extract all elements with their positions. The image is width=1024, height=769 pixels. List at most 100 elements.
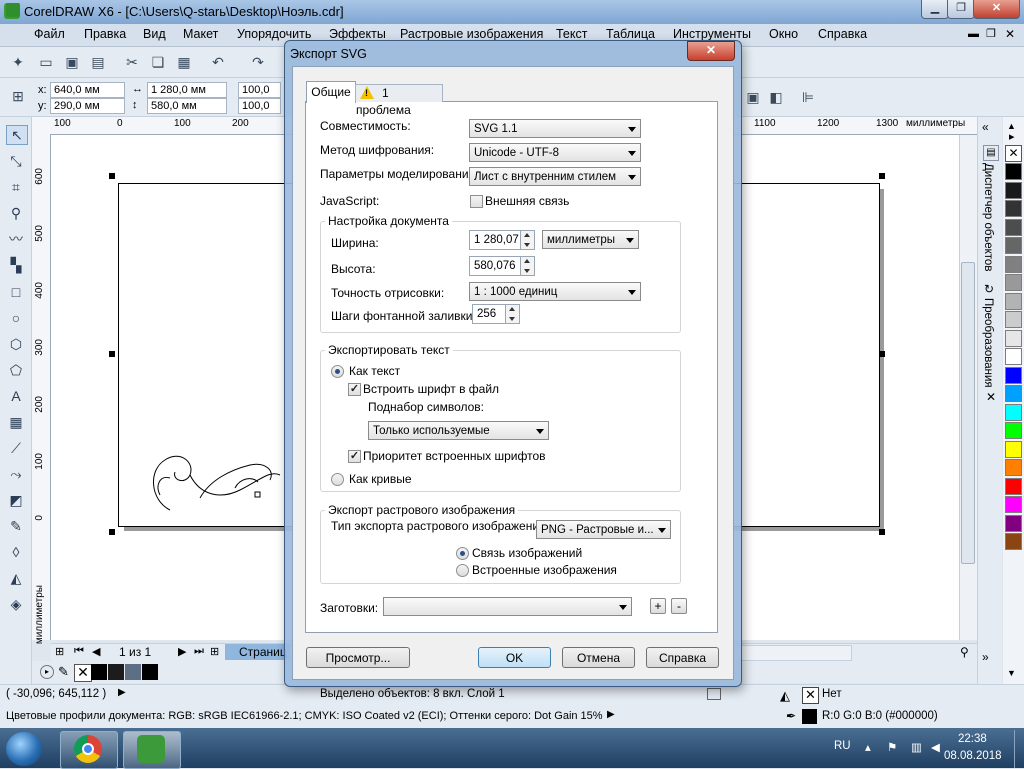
- zoom-tool-icon[interactable]: ⚲: [6, 204, 26, 222]
- outline-color-swatch[interactable]: [802, 709, 817, 724]
- palette-menu-icon[interactable]: ▸: [40, 665, 54, 679]
- palette-swatch[interactable]: [1005, 181, 1022, 199]
- undo-icon[interactable]: ↶: [210, 54, 226, 70]
- encoding-select[interactable]: Unicode - UTF-8: [469, 143, 641, 162]
- palette-swatch[interactable]: [1005, 348, 1022, 365]
- scale-y-field[interactable]: 100,0: [238, 98, 281, 114]
- ellipse-tool-icon[interactable]: ○: [6, 309, 26, 327]
- selection-handle[interactable]: [109, 173, 115, 179]
- ok-button[interactable]: OK: [478, 647, 551, 668]
- flag-icon[interactable]: ⚑: [887, 740, 897, 754]
- blend-tool-icon[interactable]: ◩: [6, 491, 26, 509]
- connector-tool-icon[interactable]: ⤳: [6, 465, 26, 483]
- mdi-close-icon[interactable]: ✕: [1005, 27, 1015, 41]
- raster-type-select[interactable]: PNG - Растровые и...: [536, 520, 671, 539]
- palette-swatch[interactable]: [1005, 496, 1022, 513]
- text-tool-icon[interactable]: A: [6, 387, 26, 405]
- object-manager-icon[interactable]: ▤: [983, 145, 999, 161]
- status-menu-arrow-icon[interactable]: ▶: [118, 687, 126, 698]
- language-indicator[interactable]: RU: [834, 740, 851, 752]
- palette-swatch[interactable]: [1005, 274, 1022, 291]
- start-button[interactable]: [6, 732, 42, 766]
- menu-text[interactable]: Текст: [556, 27, 587, 41]
- maximize-button[interactable]: ❐: [947, 0, 975, 19]
- clock-time[interactable]: 22:38: [958, 733, 987, 745]
- add-page-after-icon[interactable]: ⊞: [210, 645, 219, 658]
- network-icon[interactable]: ▥: [911, 740, 922, 754]
- dialog-close-button[interactable]: ✕: [687, 41, 735, 61]
- menu-effects[interactable]: Эффекты: [329, 27, 386, 41]
- palette-swatch[interactable]: [1005, 163, 1022, 180]
- menu-tools[interactable]: Инструменты: [673, 27, 751, 41]
- object-height-field[interactable]: 580,0 мм: [147, 98, 227, 114]
- units-select[interactable]: миллиметры: [542, 230, 639, 249]
- preview-button[interactable]: Просмотр...: [306, 647, 410, 668]
- palette-swatch[interactable]: [1005, 200, 1022, 217]
- fill-none-swatch[interactable]: ✕: [802, 687, 819, 704]
- object-width-field[interactable]: 1 280,0 мм: [147, 82, 227, 98]
- help-button[interactable]: Справка: [646, 647, 719, 668]
- menu-window[interactable]: Окно: [769, 27, 798, 41]
- next-page-icon[interactable]: ▶: [178, 645, 186, 658]
- last-page-icon[interactable]: ⏭: [194, 645, 204, 658]
- palette-swatch[interactable]: [1005, 311, 1022, 328]
- cut-icon[interactable]: ✂: [124, 54, 140, 70]
- embedded-images-radio[interactable]: [456, 564, 469, 577]
- rectangle-tool-icon[interactable]: □: [6, 283, 26, 301]
- palette-swatch[interactable]: [1005, 329, 1022, 347]
- docker-tab-object-manager[interactable]: Диспетчер объектов: [982, 163, 994, 271]
- palette-options-icon[interactable]: ▸: [1009, 130, 1015, 143]
- add-preset-button[interactable]: +: [650, 598, 666, 614]
- expand-docker-icon[interactable]: »: [982, 650, 989, 664]
- selection-handle[interactable]: [109, 529, 115, 535]
- style-select[interactable]: Лист с внутренним стилем: [469, 167, 641, 186]
- prev-page-icon[interactable]: ◀: [92, 645, 100, 658]
- print-icon[interactable]: ▤: [90, 54, 106, 70]
- outline-tool-icon[interactable]: ◊: [6, 543, 26, 561]
- save-icon[interactable]: ▣: [64, 54, 80, 70]
- redo-icon[interactable]: ↷: [250, 54, 266, 70]
- dimension-tool-icon[interactable]: ⟋: [6, 439, 26, 457]
- color-swatch[interactable]: [142, 664, 158, 680]
- shape-tool-icon[interactable]: ⤡: [6, 152, 26, 170]
- palette-swatch[interactable]: [1005, 218, 1022, 236]
- subset-select[interactable]: Только используемые: [368, 421, 549, 440]
- vertical-ruler[interactable]: [32, 134, 51, 640]
- zoom-navigator-icon[interactable]: ⚲: [960, 645, 969, 659]
- selection-handle[interactable]: [879, 351, 885, 357]
- tab-general[interactable]: Общие: [306, 81, 356, 103]
- width-input[interactable]: 1 280,07: [469, 230, 521, 250]
- paste-icon[interactable]: ▦: [176, 54, 192, 70]
- transform-icon[interactable]: ↻: [984, 282, 994, 296]
- freehand-tool-icon[interactable]: 〰: [6, 230, 26, 248]
- cancel-button[interactable]: Отмена: [562, 647, 635, 668]
- menu-view[interactable]: Вид: [143, 27, 166, 41]
- copy-icon[interactable]: ❏: [150, 54, 166, 70]
- first-page-icon[interactable]: ⏮: [74, 645, 84, 658]
- open-icon[interactable]: ▭: [38, 54, 54, 70]
- palette-swatch[interactable]: [1005, 514, 1022, 532]
- close-docker-icon[interactable]: ✕: [986, 390, 996, 404]
- close-window-button[interactable]: ✕: [973, 0, 1020, 19]
- clock-date[interactable]: 08.08.2018: [944, 750, 1002, 762]
- compat-select[interactable]: SVG 1.1: [469, 119, 641, 138]
- palette-no-color[interactable]: ✕: [1005, 145, 1022, 162]
- collapse-docker-icon[interactable]: «: [982, 120, 989, 134]
- document-icon[interactable]: [6, 3, 20, 17]
- add-page-icon[interactable]: ⊞: [55, 645, 64, 658]
- volume-icon[interactable]: ◀: [931, 740, 940, 754]
- docker-tab-transform[interactable]: Преобразования: [982, 298, 994, 388]
- y-position-field[interactable]: 290,0 мм: [50, 98, 125, 114]
- new-document-icon[interactable]: ✦: [10, 54, 26, 70]
- tray-expand-icon[interactable]: ▴: [865, 740, 871, 754]
- align-icon[interactable]: ⊫: [800, 89, 816, 105]
- ungroup-icon[interactable]: ◧: [768, 89, 784, 105]
- selection-handle[interactable]: [109, 351, 115, 357]
- interactive-fill-tool-icon[interactable]: ◈: [6, 595, 26, 613]
- vertical-scroll-thumb[interactable]: [961, 262, 975, 564]
- minimize-button[interactable]: ▁: [921, 0, 949, 19]
- palette-swatch[interactable]: [1005, 292, 1022, 310]
- remove-preset-button[interactable]: -: [671, 598, 687, 614]
- polygon-tool-icon[interactable]: ⬡: [6, 335, 26, 353]
- js-external-checkbox[interactable]: [470, 195, 483, 208]
